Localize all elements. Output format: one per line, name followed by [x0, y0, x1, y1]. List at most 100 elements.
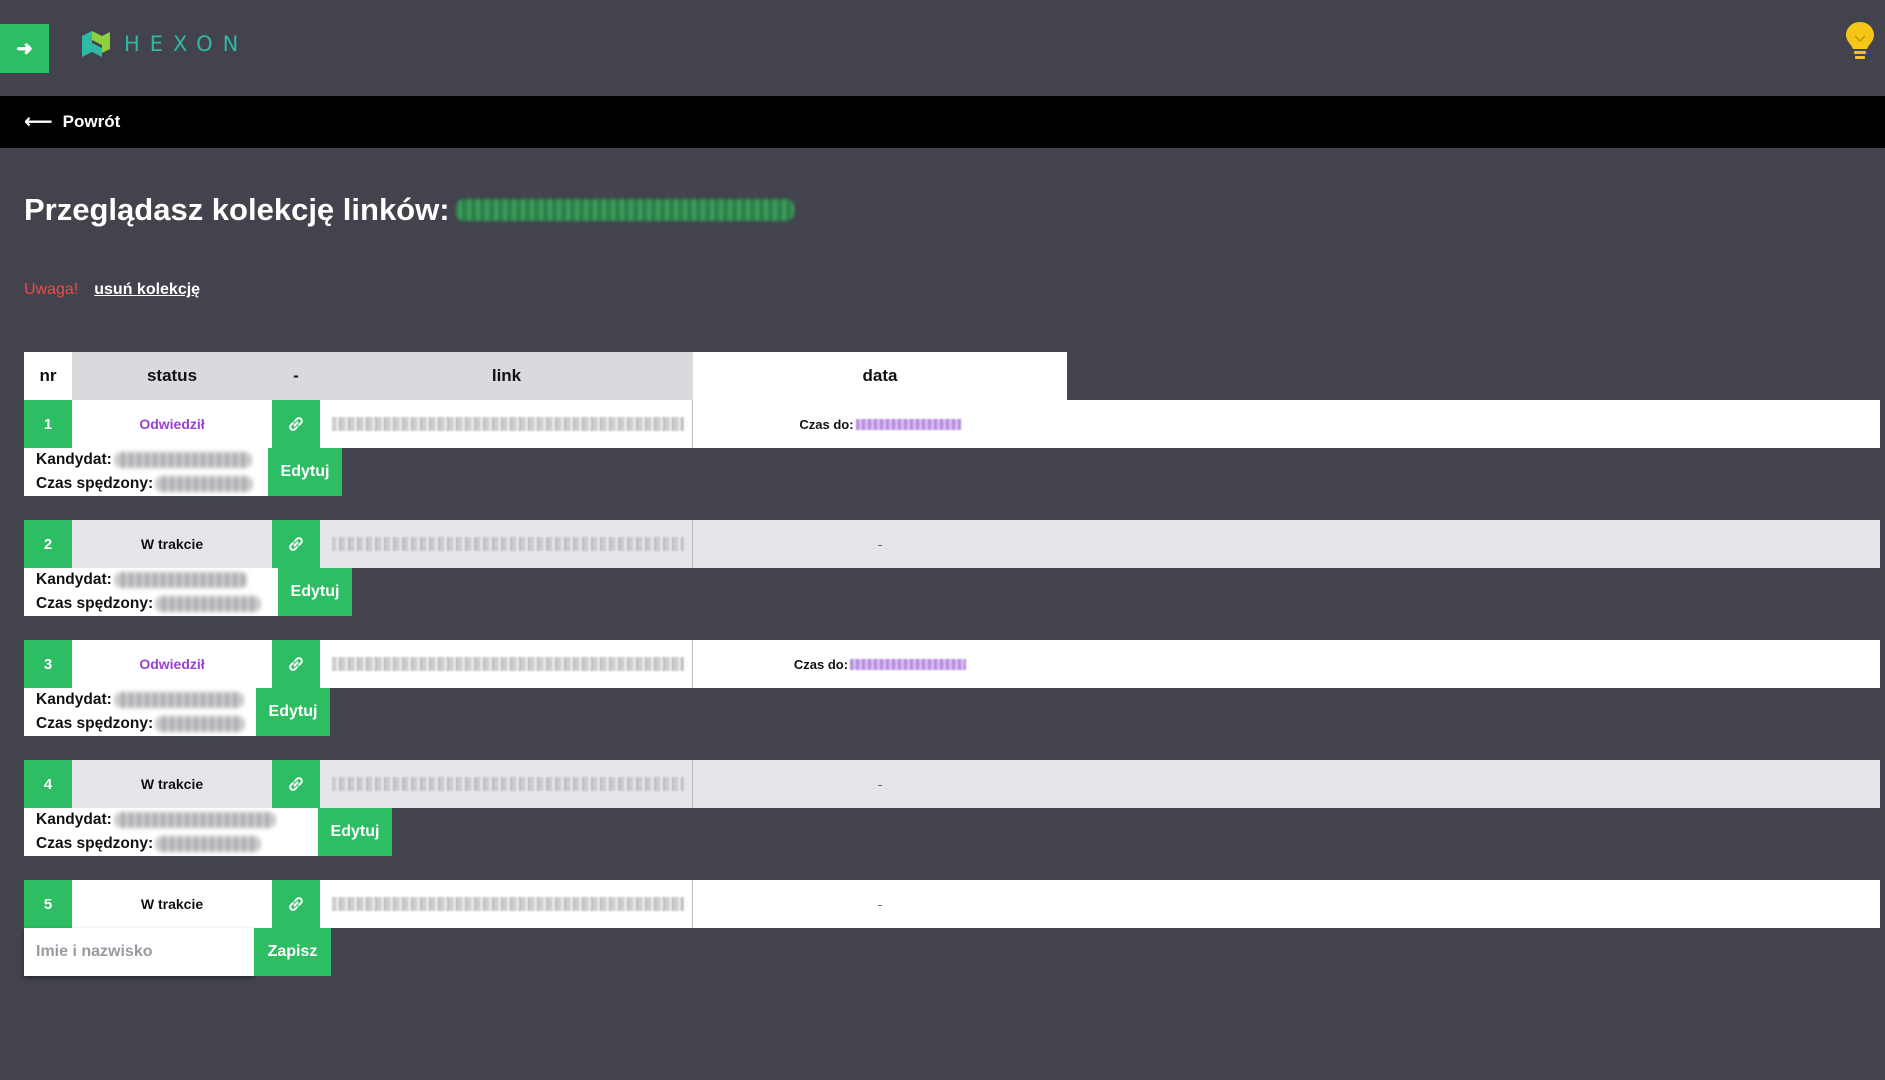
- status-badge: W trakcie: [72, 760, 272, 808]
- row-candidate: Kandydat: Czas spędzony: Edytuj: [24, 448, 342, 496]
- top-bar: ➜ HEXON: [0, 0, 1885, 96]
- date-empty: -: [877, 536, 883, 552]
- link-icon: [289, 537, 303, 551]
- link-url-redacted: [332, 537, 684, 551]
- hexon-logo-icon: [82, 31, 110, 57]
- time-spent-label: Czas spędzony:: [36, 715, 154, 732]
- row-candidate: Zapisz: [24, 928, 331, 976]
- candidate-info: Kandydat: Czas spędzony:: [24, 688, 256, 736]
- collection-name-redacted: [455, 199, 794, 221]
- link-url[interactable]: [320, 760, 693, 808]
- date-cell: Czas do:: [693, 640, 1880, 688]
- warning-row: Uwaga! usuń kolekcję: [24, 281, 200, 299]
- copy-link-button[interactable]: [272, 760, 320, 808]
- warning-label: Uwaga!: [24, 281, 79, 298]
- table-row: 3 Odwiedził Czas do: Kandydat: Czas spęd…: [24, 640, 1880, 736]
- row-main: 3 Odwiedził Czas do:: [24, 640, 1880, 688]
- candidate-label: Kandydat:: [36, 811, 112, 828]
- link-url-redacted: [332, 777, 684, 791]
- row-main: 4 W trakcie -: [24, 760, 1880, 808]
- row-number: 1: [24, 400, 72, 448]
- arrow-left-icon: ⟵: [24, 111, 53, 133]
- page-title: Przeglądasz kolekcję linków:: [24, 192, 794, 228]
- time-spent-redacted: [156, 476, 253, 492]
- date-cell: -: [693, 520, 1880, 568]
- link-url[interactable]: [320, 880, 693, 928]
- date-cell: -: [693, 760, 1880, 808]
- column-header-status: status: [72, 352, 272, 400]
- logo[interactable]: HEXON: [80, 26, 248, 62]
- row-candidate: Kandydat: Czas spędzony: Edytuj: [24, 688, 330, 736]
- row-number: 5: [24, 880, 72, 928]
- time-spent-redacted: [156, 716, 244, 732]
- row-candidate: Kandydat: Czas spędzony: Edytuj: [24, 808, 392, 856]
- candidate-label: Kandydat:: [36, 451, 112, 468]
- delete-collection-link[interactable]: usuń kolekcję: [94, 281, 200, 299]
- column-header-data: data: [693, 352, 1067, 400]
- link-url-redacted: [332, 657, 684, 671]
- candidate-info: Kandydat: Czas spędzony:: [24, 448, 268, 496]
- date-empty: -: [877, 776, 883, 792]
- candidate-label: Kandydat:: [36, 571, 112, 588]
- table-row: 1 Odwiedził Czas do: Kandydat: Czas spęd…: [24, 400, 1880, 496]
- link-url[interactable]: [320, 400, 693, 448]
- link-url-redacted: [332, 897, 684, 911]
- status-badge: W trakcie: [72, 520, 272, 568]
- candidate-label: Kandydat:: [36, 691, 112, 708]
- candidate-name-redacted: [114, 572, 247, 588]
- link-icon: [289, 897, 303, 911]
- edit-button[interactable]: Edytuj: [268, 448, 342, 496]
- date-empty: -: [877, 896, 883, 912]
- copy-link-button[interactable]: [272, 880, 320, 928]
- column-header-dash: -: [272, 352, 320, 400]
- status-badge: Odwiedził: [139, 656, 205, 672]
- menu-toggle-button[interactable]: ➜: [0, 24, 49, 73]
- link-url-redacted: [332, 417, 684, 431]
- candidate-info: Kandydat: Czas spędzony:: [24, 808, 318, 856]
- date-label: Czas do:: [793, 656, 849, 672]
- date-cell: Czas do:: [693, 400, 1880, 448]
- date-value-redacted: [855, 418, 961, 430]
- candidate-info: Kandydat: Czas spędzony:: [24, 568, 278, 616]
- lightbulb-icon[interactable]: [1843, 20, 1877, 62]
- copy-link-button[interactable]: [272, 640, 320, 688]
- row-number: 3: [24, 640, 72, 688]
- candidate-name-input[interactable]: [24, 928, 254, 976]
- back-button[interactable]: ⟵ Powrót: [24, 112, 120, 132]
- time-spent-label: Czas spędzony:: [36, 475, 154, 492]
- arrow-right-icon: ➜: [16, 38, 33, 60]
- candidate-name-redacted: [114, 812, 275, 828]
- time-spent-label: Czas spędzony:: [36, 595, 154, 612]
- edit-button[interactable]: Edytuj: [256, 688, 330, 736]
- edit-button[interactable]: Edytuj: [318, 808, 392, 856]
- status-badge: Odwiedził: [139, 416, 205, 432]
- column-header-nr: nr: [24, 352, 72, 400]
- link-url[interactable]: [320, 520, 693, 568]
- row-main: 2 W trakcie -: [24, 520, 1880, 568]
- date-value-redacted: [850, 658, 967, 670]
- copy-link-button[interactable]: [272, 400, 320, 448]
- row-main: 1 Odwiedził Czas do:: [24, 400, 1880, 448]
- row-main: 5 W trakcie -: [24, 880, 1880, 928]
- date-label: Czas do:: [799, 416, 854, 432]
- status-badge: W trakcie: [140, 896, 204, 912]
- logo-text: HEXON: [124, 32, 249, 56]
- page-title-text: Przeglądasz kolekcję linków:: [24, 192, 450, 227]
- column-header-link: link: [320, 352, 693, 400]
- link-url[interactable]: [320, 640, 693, 688]
- back-label: Powrót: [62, 112, 121, 131]
- back-bar: ⟵ Powrót: [0, 96, 1885, 148]
- candidate-name-redacted: [114, 692, 243, 708]
- copy-link-button[interactable]: [272, 520, 320, 568]
- link-icon: [289, 657, 303, 671]
- time-spent-label: Czas spędzony:: [36, 835, 154, 852]
- row-number: 4: [24, 760, 72, 808]
- save-button[interactable]: Zapisz: [254, 928, 331, 976]
- time-spent-redacted: [156, 596, 261, 612]
- table-row: 5 W trakcie - Zapisz: [24, 880, 1880, 976]
- row-candidate: Kandydat: Czas spędzony: Edytuj: [24, 568, 352, 616]
- date-cell: -: [693, 880, 1880, 928]
- time-spent-redacted: [156, 836, 261, 852]
- edit-button[interactable]: Edytuj: [278, 568, 352, 616]
- row-number: 2: [24, 520, 72, 568]
